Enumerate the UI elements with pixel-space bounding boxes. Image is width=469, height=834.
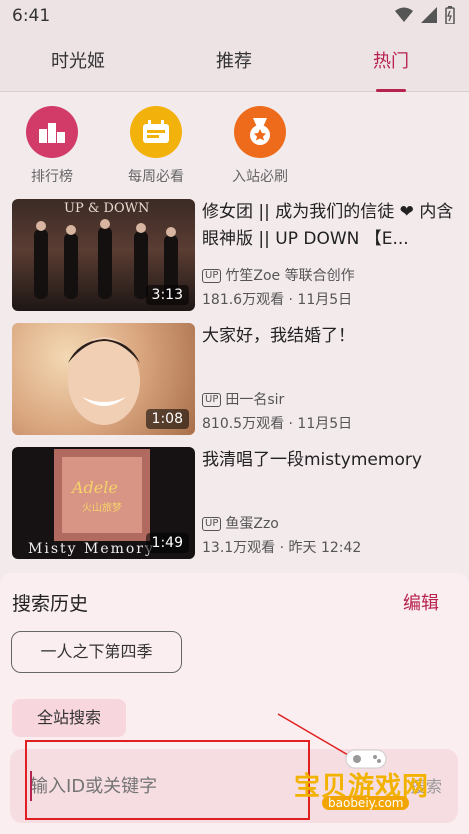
video-author[interactable]: UP 竹笙Zoe 等联合创作 [202,265,355,285]
video-stats: 13.1万观看 · 昨天 12:42 [202,540,362,556]
search-history-title: 搜索历史 [12,593,89,615]
cellular-signal-icon [421,7,437,23]
watermark-url: baobeiy.com [322,796,410,810]
watermark-logo: 宝贝游戏网 baobeiy.com [292,742,442,820]
medal-icon [234,106,286,158]
highlight-box [25,740,310,820]
video-title[interactable]: 大家好，我结婚了！ [202,323,457,350]
video-thumbnail[interactable]: UP & DOWN 3:13 [12,199,195,311]
up-badge: UP [202,269,222,283]
video-duration: 3:13 [145,285,189,305]
tab-popular[interactable]: 热门 [341,34,441,92]
shortcut-must-watch-label: 入站必刷 [232,169,288,185]
video-title[interactable]: 我清唱了一段mistymemory [202,447,457,474]
shortcut-ranking[interactable]: 排行榜 [12,106,92,186]
status-bar: 6:41 [0,0,469,34]
video-card[interactable]: UP & DOWN 3:13 修女团 || 成为我们的信徒 ❤ 内含眼神版 ||… [12,199,457,311]
wifi-icon [395,7,413,22]
svg-text:火山旅梦: 火山旅梦 [82,501,122,514]
weekly-calendar-icon [130,106,182,158]
battery-icon [445,6,455,24]
video-duration: 1:49 [145,533,189,553]
tab-shiguangji[interactable]: 时光姬 [28,34,128,92]
author-name: 田一名sir [225,392,285,408]
thumbnail-caption: Misty Memory [28,541,155,557]
video-thumbnail[interactable]: Adele 火山旅梦 Misty Memory 1:49 [12,447,195,559]
search-scope-chip[interactable]: 全站搜索 [12,699,126,737]
video-duration: 1:08 [145,409,189,429]
top-tabs: 时光姬 推荐 热门 [0,34,469,92]
video-stats: 810.5万观看 · 11月5日 [202,416,353,432]
shortcut-row: 排行榜 每周必看 入站必刷 [0,100,469,192]
active-tab-indicator [376,89,406,92]
video-thumbnail[interactable]: 1:08 [12,323,195,435]
video-author[interactable]: UP 鱼蛋Zzo [202,513,279,533]
history-chip[interactable]: 一人之下第四季 [11,631,182,673]
video-card[interactable]: 1:08 大家好，我结婚了！ UP 田一名sir 810.5万观看 · 11月5日 [12,323,457,435]
svg-text:Adele: Adele [70,478,118,497]
shortcut-must-watch[interactable]: 入站必刷 [220,106,300,186]
shortcut-weekly-label: 每周必看 [128,169,184,185]
video-stats: 181.6万观看 · 11月5日 [202,292,353,308]
up-badge: UP [202,517,222,531]
ranking-podium-icon [26,106,78,158]
author-name: 竹笙Zoe 等联合创作 [225,268,355,284]
video-card[interactable]: Adele 火山旅梦 Misty Memory 1:49 我清唱了一段misty… [12,447,457,559]
author-name: 鱼蛋Zzo [225,516,279,532]
shortcut-ranking-label: 排行榜 [31,169,73,185]
status-icons [395,6,455,24]
up-badge: UP [202,393,222,407]
tab-recommend[interactable]: 推荐 [184,34,284,92]
video-title[interactable]: 修女团 || 成为我们的信徒 ❤ 内含眼神版 || UP DOWN 【E... [202,199,457,253]
shortcut-weekly[interactable]: 每周必看 [116,106,196,186]
status-time: 6:41 [12,6,51,26]
thumbnail-caption: UP & DOWN [64,201,150,216]
edit-button[interactable]: 编辑 [403,589,439,615]
video-author[interactable]: UP 田一名sir [202,389,284,409]
